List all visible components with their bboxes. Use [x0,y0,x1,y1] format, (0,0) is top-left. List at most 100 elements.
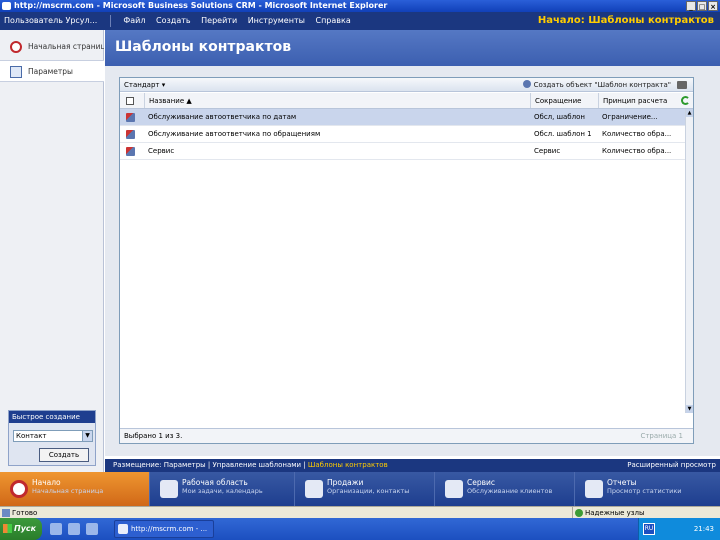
cell-abbr: Сервис [534,147,561,155]
cell-calc: Ограничение... [602,113,658,121]
cell-abbr: Обсл. шаблон 1 [534,130,592,138]
breadcrumb-current: Шаблоны контрактов [307,461,388,469]
crm-home-icon [10,41,22,53]
maximize-button[interactable]: □ [697,1,707,11]
desktop-quicklaunch-icon[interactable] [68,523,80,535]
menu-tools[interactable]: Инструменты [244,12,309,30]
refresh-icon[interactable] [681,96,690,105]
breadcrumb-settings[interactable]: Параметры [164,461,206,469]
service-icon [445,480,463,498]
quick-create-button[interactable]: Создать [39,448,89,462]
module-sublabel: Начальная страница [32,487,104,495]
contract-template-icon [126,130,135,139]
contract-template-icon [126,113,135,122]
crm-menu-bar: Пользователь Урсул... Файл Создать Перей… [0,12,720,30]
module-home[interactable]: Начало Начальная страница [0,472,150,506]
contract-template-icon [126,147,135,156]
module-label: Продажи [327,478,364,487]
module-workplace[interactable]: Рабочая область Мои задачи, календарь [150,472,295,506]
module-reports[interactable]: Отчеты Просмотр статистики [575,472,720,506]
column-header-calc[interactable]: Принцип расчета [598,93,678,108]
location-title: Начало: Шаблоны контрактов [537,15,714,26]
nav-item-label: Начальная страница [28,42,104,51]
module-sublabel: Обслуживание клиентов [467,487,553,495]
grid-scrollbar[interactable]: ▲ ▼ [685,109,693,413]
start-button[interactable]: Пуск [0,518,42,540]
ie-icon [2,2,11,10]
cell-name[interactable]: Сервис [148,143,528,160]
close-button[interactable]: × [708,1,718,11]
module-service[interactable]: Сервис Обслуживание клиентов [435,472,575,506]
ie-quicklaunch-icon[interactable] [50,523,62,535]
module-sales[interactable]: Продажи Организации, контакты [295,472,435,506]
cell-calc: Количество обра... [602,147,672,155]
module-sublabel: Просмотр статистики [607,487,682,495]
clock: 21:43 [693,525,714,533]
menu-go[interactable]: Перейти [197,12,241,30]
left-navigation: Начальная страница Параметры [0,30,104,472]
reports-icon [585,480,603,498]
nav-item-settings[interactable]: Параметры [0,60,104,82]
cell-name[interactable]: Обслуживание автоответчика по датам [148,109,528,126]
page-indicator: Страница 1 [640,432,683,440]
minimize-button[interactable]: _ [686,1,696,11]
chevron-down-icon[interactable]: ▼ [82,431,92,441]
menu-new[interactable]: Создать [152,12,195,30]
ie-icon [118,524,128,534]
home-icon [10,480,28,498]
advanced-find-link[interactable]: Расширенный просмотр [627,459,716,472]
column-header-abbr[interactable]: Сокращение [530,93,598,108]
windows-logo-icon [3,524,12,533]
menu-file[interactable]: Файл [119,12,149,30]
window-title: http://mscrm.com - Microsoft Business So… [14,1,388,10]
nav-item-home[interactable]: Начальная страница [0,36,104,58]
windows-taskbar: Пуск http://mscrm.com - ... RU 21:43 [0,518,720,540]
quick-create-select[interactable]: Контакт ▼ [13,430,93,442]
cell-calc: Количество обра... [602,130,672,138]
breadcrumb-prefix: Размещение: [113,461,162,469]
select-all-checkbox[interactable] [126,97,134,105]
grid-toolbar: Стандарт ▾ Создать объект "Шаблон контра… [120,78,693,92]
module-label: Сервис [467,478,496,487]
column-header-name[interactable]: Название ▲ [144,93,530,108]
scroll-up-icon[interactable]: ▲ [686,109,693,117]
settings-page-icon [10,66,22,78]
window-title-bar: http://mscrm.com - Microsoft Business So… [0,0,720,12]
page-header: Шаблоны контрактов [105,30,720,66]
taskbar-window-label: http://mscrm.com - ... [131,525,208,533]
quick-create-title: Быстрое создание [9,411,95,423]
browser-status-bar: Готово Надежные узлы [0,506,720,519]
module-label: Начало [32,478,61,487]
menu-help[interactable]: Справка [311,12,354,30]
selection-count: Выбрано 1 из 3. [124,432,183,440]
taskbar-window-button[interactable]: http://mscrm.com - ... [114,520,214,538]
security-zone-label: Надежные узлы [585,509,645,517]
grid-header: Название ▲ Сокращение Принцип расчета [120,93,693,109]
module-sublabel: Мои задачи, календарь [182,487,263,495]
view-selector[interactable]: Стандарт ▾ [124,78,165,92]
trusted-zone-icon [575,509,583,517]
grid-footer: Выбрано 1 из 3. Страница 1 [120,428,693,443]
breadcrumb-templates[interactable]: Управление шаблонами [212,461,301,469]
workplace-icon [160,480,178,498]
user-name[interactable]: Пользователь Урсул... [0,12,101,30]
new-template-label: Создать объект "Шаблон контракта" [533,81,671,89]
module-sublabel: Организации, контакты [327,487,410,495]
table-row[interactable]: Обслуживание автоответчика по датам Обсл… [120,109,685,126]
language-indicator[interactable]: RU [643,523,655,535]
module-navigation: Начало Начальная страница Рабочая област… [0,472,720,506]
system-tray: RU 21:43 [638,518,720,540]
page-done-icon [2,509,10,517]
module-label: Рабочая область [182,478,248,487]
table-row[interactable]: Сервис Сервис Количество обра... [120,143,685,160]
new-template-button[interactable]: Создать объект "Шаблон контракта" [522,78,671,92]
page-title: Шаблоны контрактов [115,39,292,55]
nav-item-label: Параметры [28,67,73,76]
menu-divider [109,14,111,27]
print-icon[interactable] [677,81,687,89]
media-quicklaunch-icon[interactable] [86,523,98,535]
module-label: Отчеты [607,478,637,487]
cell-name[interactable]: Обслуживание автоответчика по обращениям [148,126,528,143]
table-row[interactable]: Обслуживание автоответчика по обращениям… [120,126,685,143]
scroll-down-icon[interactable]: ▼ [686,405,693,413]
